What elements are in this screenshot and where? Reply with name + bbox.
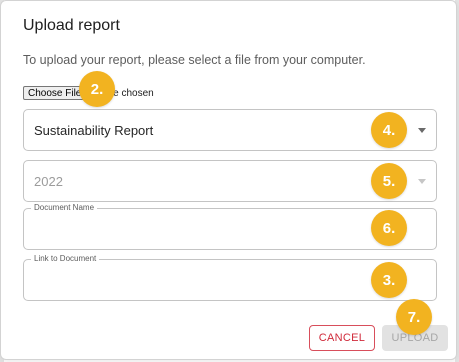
step-badge: 4. xyxy=(371,112,407,148)
upload-report-dialog: Upload report To upload your report, ple… xyxy=(0,0,457,360)
dialog-title: Upload report xyxy=(23,17,120,34)
cancel-button[interactable]: CANCEL xyxy=(309,325,375,351)
choose-file-button[interactable]: Choose File xyxy=(23,86,87,100)
step-badge: 5. xyxy=(371,163,407,199)
report-type-value: Sustainability Report xyxy=(34,123,154,138)
step-badge: 6. xyxy=(371,210,407,246)
chevron-down-icon xyxy=(418,179,426,184)
dialog-instructions: To upload your report, please select a f… xyxy=(23,53,366,67)
document-name-label: Document Name xyxy=(31,203,98,213)
step-badge: 7. xyxy=(396,299,432,335)
step-badge: 3. xyxy=(371,262,407,298)
chevron-down-icon[interactable] xyxy=(418,128,426,133)
step-badge: 2. xyxy=(79,71,115,107)
document-link-label: Link to Document xyxy=(31,254,100,264)
year-value: 2022 xyxy=(34,174,63,189)
